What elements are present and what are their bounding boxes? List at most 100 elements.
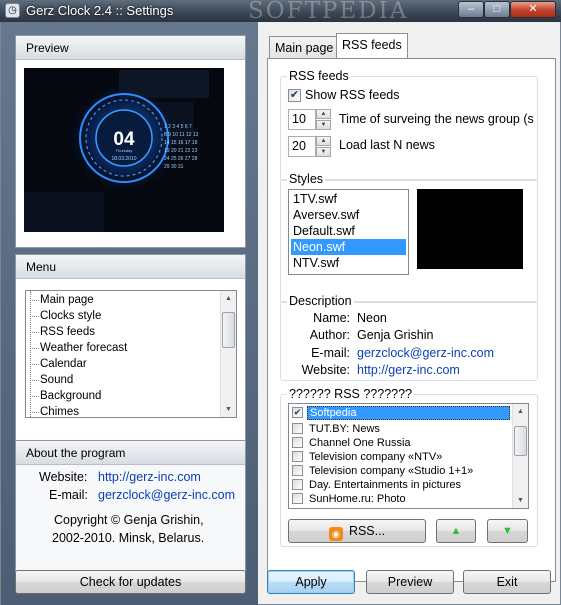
tab-rss-feeds[interactable]: RSS feeds [336,33,408,58]
svg-text:29 30 31: 29 30 31 [164,164,184,170]
menu-title: Menu [16,255,245,279]
desc-website-label: Website: [301,363,350,377]
menu-item-chimes[interactable]: Chimes [40,404,79,417]
svg-text:14 15 16 17 18: 14 15 16 17 18 [164,140,198,146]
about-title: About the program [16,441,245,465]
arrow-down-icon: ▼ [502,525,513,537]
preview-clock-day: Thursday [116,148,133,153]
close-button[interactable]: ✕ [510,1,556,18]
desc-name-value: Neon [357,311,387,325]
about-email-link[interactable]: gerzclock@gerz-inc.com [98,488,235,502]
copyright-line-2: 2002-2010. Minsk, Belarus. [52,531,205,545]
rss-add-button[interactable]: ◉ RSS... [288,519,426,543]
desc-name-label: Name: [313,311,350,325]
style-item[interactable]: NTV.swf [291,255,406,271]
svg-text:19 20 21 22 23: 19 20 21 22 23 [164,148,198,154]
rss-button-label: RSS... [348,524,386,538]
tree-connector-line [30,291,31,417]
tab-main-page[interactable]: Main page [269,36,340,59]
apply-button[interactable]: Apply [267,570,355,594]
clock-preview-graphic: 1 2 3 4 5 6 7 8 9 10 11 12 13 14 15 16 1… [24,68,224,232]
menu-item-clocks-style[interactable]: Clocks style [40,308,101,324]
desc-email-link[interactable]: gerzclock@gerz-inc.com [357,346,494,360]
style-preview-box [417,189,523,269]
feed-checkbox[interactable] [292,423,303,434]
menu-scrollbar[interactable]: ▲ ▼ [220,291,236,417]
style-item-selected[interactable]: Neon.swf [291,239,406,255]
style-item[interactable]: 1TV.swf [291,191,406,207]
survey-time-label: Time of surveing the news group (s [339,112,534,126]
feeds-scroll-thumb[interactable] [514,426,527,456]
desc-author-value: Genja Grishin [357,328,434,342]
scroll-up-arrow-icon[interactable]: ▲ [513,404,528,419]
scroll-down-arrow-icon[interactable]: ▼ [221,402,236,417]
show-rss-label: Show RSS feeds [305,88,400,102]
preview-button[interactable]: Preview [366,570,454,594]
styles-listbox[interactable]: 1TV.swf Aversev.swf Default.swf Neon.swf… [288,189,409,275]
svg-text:8 9 10 11 12 13: 8 9 10 11 12 13 [164,132,199,138]
app-clock-icon[interactable]: ◷ [5,3,20,18]
menu-item-rss-feeds[interactable]: RSS feeds [40,324,95,340]
menu-item-sound[interactable]: Sound [40,372,73,388]
svg-text:1 2 3 4 5 6 7: 1 2 3 4 5 6 7 [164,124,192,130]
desc-email-label: E-mail: [311,346,350,360]
feeds-scrollbar[interactable]: ▲ ▼ [512,404,528,508]
feed-checkbox[interactable] [292,437,303,448]
load-n-label: Load last N news [339,138,435,152]
menu-tree[interactable]: Main page Clocks style RSS feeds Weather… [25,290,237,418]
show-rss-checkbox[interactable]: ✔ [288,89,301,102]
arrow-up-icon: ▲ [450,525,462,537]
about-website-label: Website: [39,470,88,484]
about-panel: About the program Website: http://gerz-i… [15,440,246,574]
check-for-updates-button[interactable]: Check for updates [15,570,246,594]
preview-title: Preview [16,36,245,60]
desc-website-link[interactable]: http://gerz-inc.com [357,363,460,377]
survey-time-input[interactable]: 10 [288,109,316,130]
copyright-line-1: Copyright © Genja Grishin, [54,513,204,527]
title-bar: ◷ Gerz Clock 2.4 :: Settings SOFTPEDIA –… [0,0,561,24]
rss-legend: RSS feeds [287,69,351,83]
menu-scroll-thumb[interactable] [222,312,235,348]
feed-checkbox[interactable] [292,479,303,490]
scroll-down-arrow-icon[interactable]: ▼ [513,493,528,508]
style-item[interactable]: Default.swf [291,223,406,239]
load-n-input[interactable]: 20 [288,136,316,157]
rss-icon: ◉ [328,527,343,541]
clock-preview-image: 1 2 3 4 5 6 7 8 9 10 11 12 13 14 15 16 1… [24,68,224,232]
preview-clock-date: 18.03.2010 [111,156,136,162]
scroll-up-arrow-icon[interactable]: ▲ [221,291,236,306]
watermark: SOFTPEDIA [248,0,409,24]
stepper-up-icon[interactable]: ▲ [316,109,331,119]
about-website-link[interactable]: http://gerz-inc.com [98,470,201,484]
stepper-up-icon[interactable]: ▲ [316,136,331,146]
move-down-button[interactable]: ▼ [487,519,528,543]
feed-checkbox[interactable]: ✔ [292,407,303,418]
survey-time-stepper[interactable]: ▲ ▼ [316,109,331,130]
window-body: Preview 1 2 3 4 5 6 7 8 9 10 11 12 13 14… [0,22,561,605]
about-email-label: E-mail: [49,488,88,502]
feed-checkbox[interactable] [292,451,303,462]
preview-panel: Preview 1 2 3 4 5 6 7 8 9 10 11 12 13 14… [15,35,246,248]
feeds-listbox[interactable]: ✔ Softpedia TUT.BY: News Channel One Rus… [288,403,529,509]
load-n-stepper[interactable]: ▲ ▼ [316,136,331,157]
menu-item-background[interactable]: Background [40,388,101,404]
feeds-legend: ?????? RSS ??????? [287,387,415,401]
styles-legend: Styles [287,172,326,186]
stepper-down-icon[interactable]: ▼ [316,120,331,130]
move-up-button[interactable]: ▲ [436,519,476,543]
feed-checkbox[interactable] [292,493,303,504]
maximize-button[interactable]: □ [484,1,510,18]
feed-item-selected[interactable]: ✔ Softpedia [292,406,512,420]
menu-panel: Menu Main page Clocks style RSS feeds We… [15,254,246,442]
desc-author-label: Author: [309,328,350,342]
preview-clock-time: 04 [113,129,135,150]
exit-button[interactable]: Exit [463,570,551,594]
minimize-button[interactable]: – [458,1,484,18]
style-item[interactable]: Aversev.swf [291,207,406,223]
stepper-down-icon[interactable]: ▼ [316,147,331,157]
menu-item-calendar[interactable]: Calendar [40,356,87,372]
menu-item-main-page[interactable]: Main page [40,292,94,308]
menu-item-weather-forecast[interactable]: Weather forecast [40,340,127,356]
feed-checkbox[interactable] [292,465,303,476]
svg-text:24 25 26 27 28: 24 25 26 27 28 [164,156,198,162]
